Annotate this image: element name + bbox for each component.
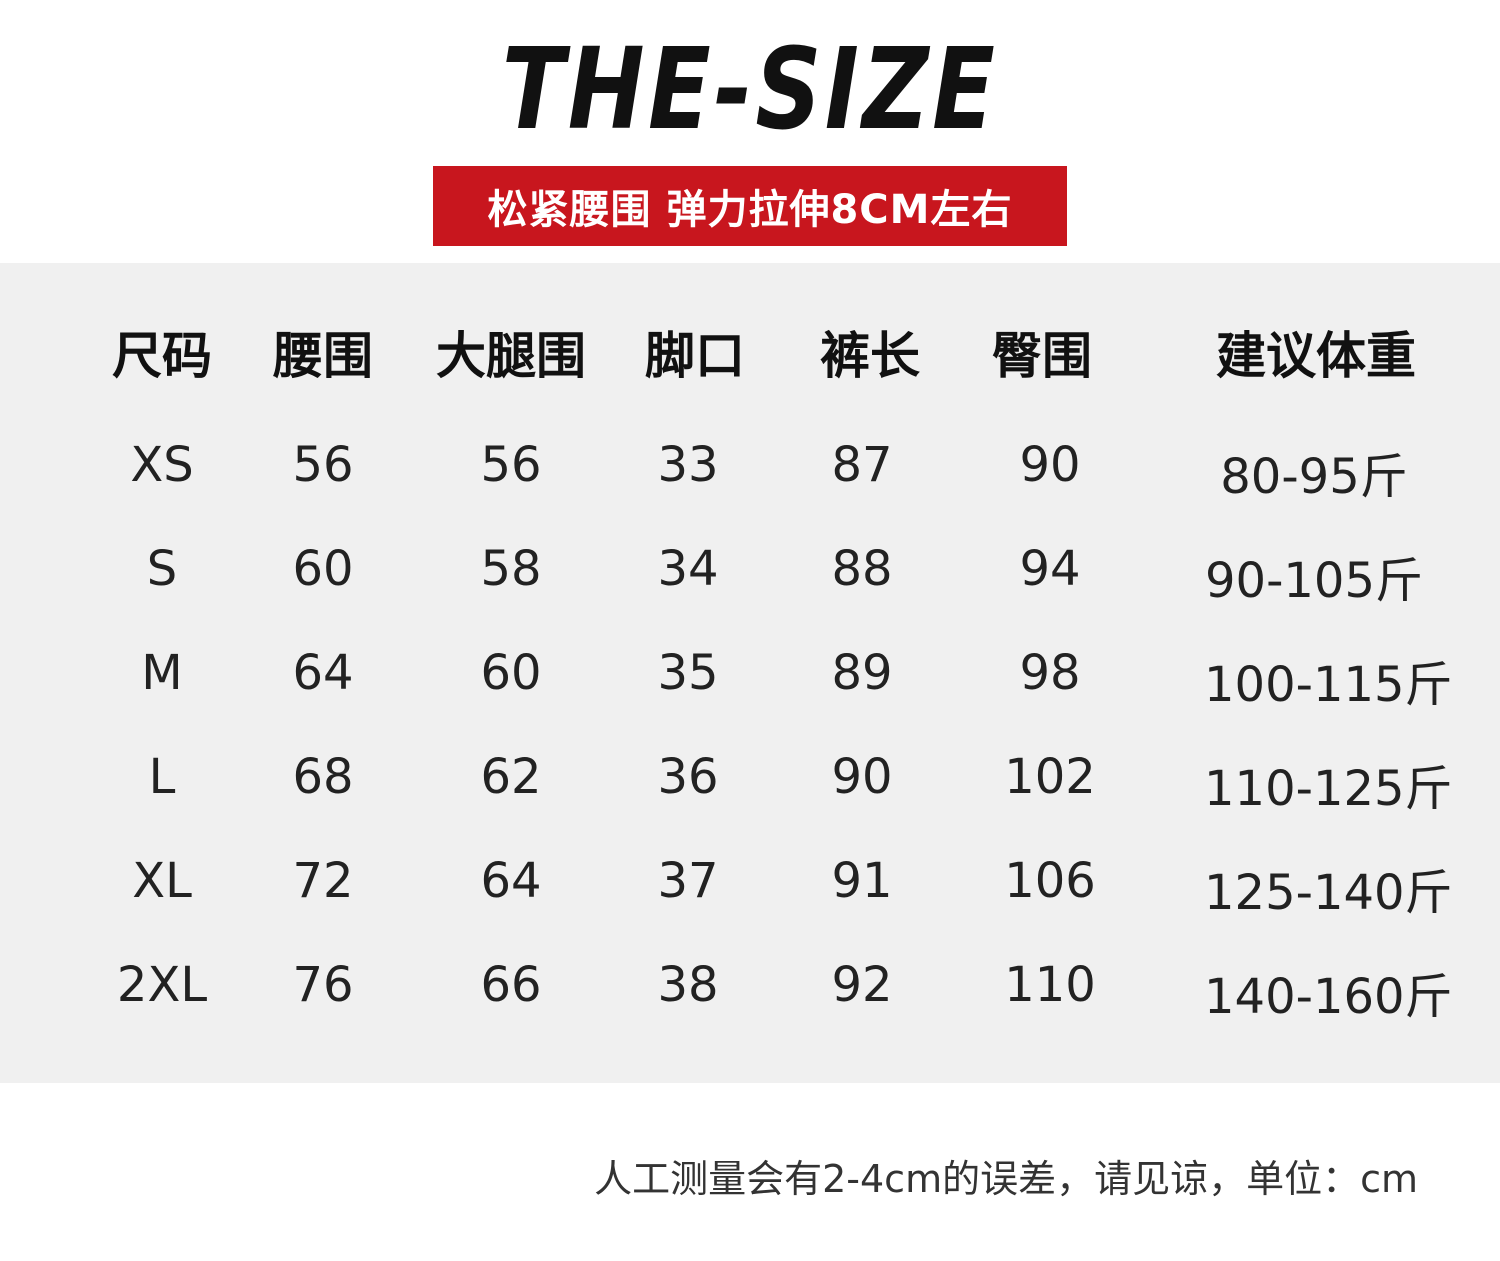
page-title: THE-SIZE	[501, 25, 999, 155]
cell-waist: 64	[292, 645, 354, 701]
cell-hip: 102	[1004, 749, 1096, 805]
elastic-waist-banner: 松紧腰围 弹力拉伸8CM左右	[433, 166, 1067, 246]
cell-hip: 106	[1004, 853, 1096, 909]
cell-waist: 68	[292, 749, 354, 805]
cell-hip: 98	[1019, 645, 1081, 701]
cell-hip: 110	[1004, 957, 1096, 1013]
cell-pants-length: 92	[831, 957, 893, 1013]
cell-suggested-weight: 110-125斤	[1204, 761, 1453, 817]
cell-waist: 60	[292, 541, 354, 597]
cell-pants-length: 90	[831, 749, 893, 805]
measurement-note: 人工测量会有2-4cm的误差，请见谅，单位：cm	[594, 1157, 1418, 1201]
cell-suggested-weight: 100-115斤	[1204, 657, 1453, 713]
cell-pants-length: 87	[831, 437, 893, 493]
cell-suggested-weight: 90-105斤	[1204, 553, 1424, 609]
cell-suggested-weight: 140-160斤	[1204, 969, 1453, 1025]
header-hip: 臀围	[992, 327, 1092, 385]
cell-waist: 72	[292, 853, 354, 909]
cell-waist: 76	[292, 957, 354, 1013]
cell-pants-length: 88	[831, 541, 893, 597]
cell-waist: 56	[292, 437, 354, 493]
cell-suggested-weight: 80-95斤	[1220, 449, 1408, 505]
header-waist: 腰围	[273, 327, 373, 385]
cell-suggested-weight: 125-140斤	[1204, 865, 1453, 921]
cell-pants-length: 91	[831, 853, 893, 909]
cell-hip: 94	[1019, 541, 1081, 597]
header-suggested-weight: 建议体重	[1216, 327, 1416, 385]
cell-hip: 90	[1019, 437, 1081, 493]
cell-pants-length: 89	[831, 645, 893, 701]
